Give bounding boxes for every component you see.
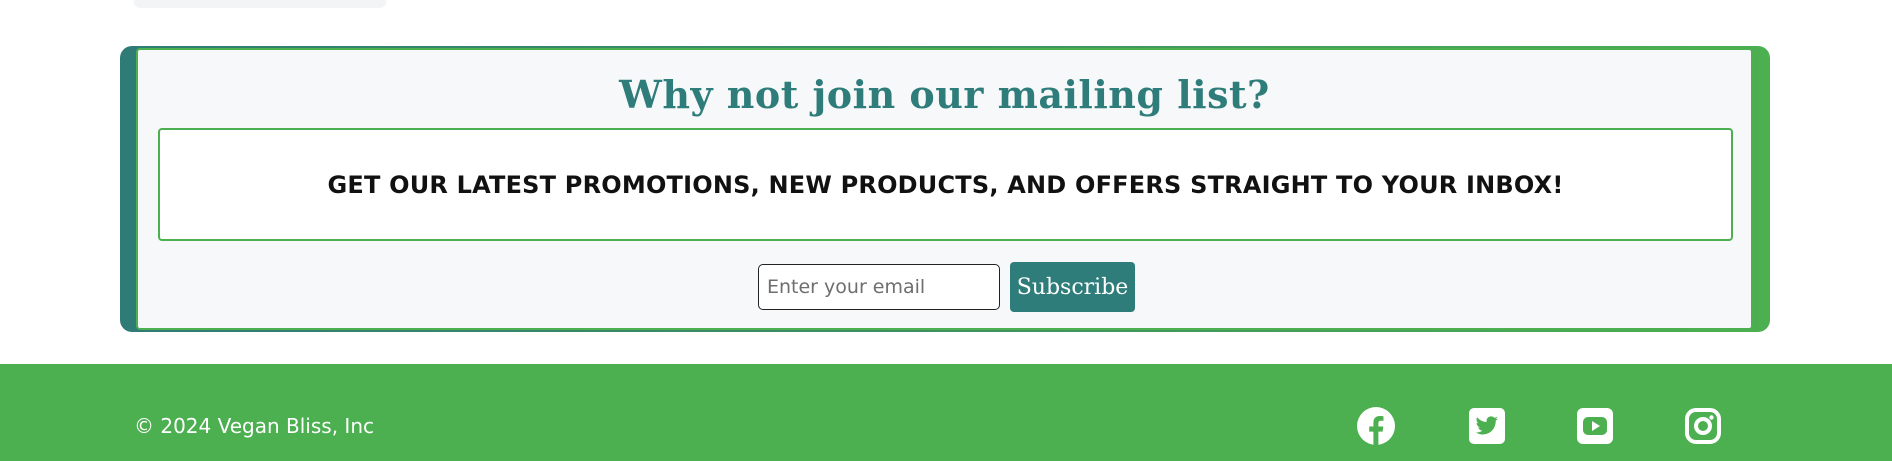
promo-box: GET OUR LATEST PROMOTIONS, NEW PRODUCTS,… [158, 128, 1733, 241]
facebook-icon[interactable] [1356, 406, 1396, 446]
twitter-icon[interactable] [1467, 406, 1507, 446]
subscribe-button[interactable]: Subscribe [1010, 262, 1135, 312]
email-input[interactable] [758, 264, 1000, 310]
site-footer: © 2024 Vegan Bliss, Inc [0, 364, 1892, 461]
mailing-list-section: Why not join our mailing list? GET OUR L… [120, 46, 1770, 332]
youtube-icon[interactable] [1575, 406, 1615, 446]
mailing-list-panel: Why not join our mailing list? GET OUR L… [136, 48, 1753, 330]
previous-section-card-edge [134, 0, 386, 8]
mailing-list-title: Why not join our mailing list? [619, 72, 1270, 117]
copyright-text: © 2024 Vegan Bliss, Inc [134, 414, 374, 438]
instagram-icon[interactable] [1683, 406, 1723, 446]
promo-text: GET OUR LATEST PROMOTIONS, NEW PRODUCTS,… [327, 170, 1564, 199]
